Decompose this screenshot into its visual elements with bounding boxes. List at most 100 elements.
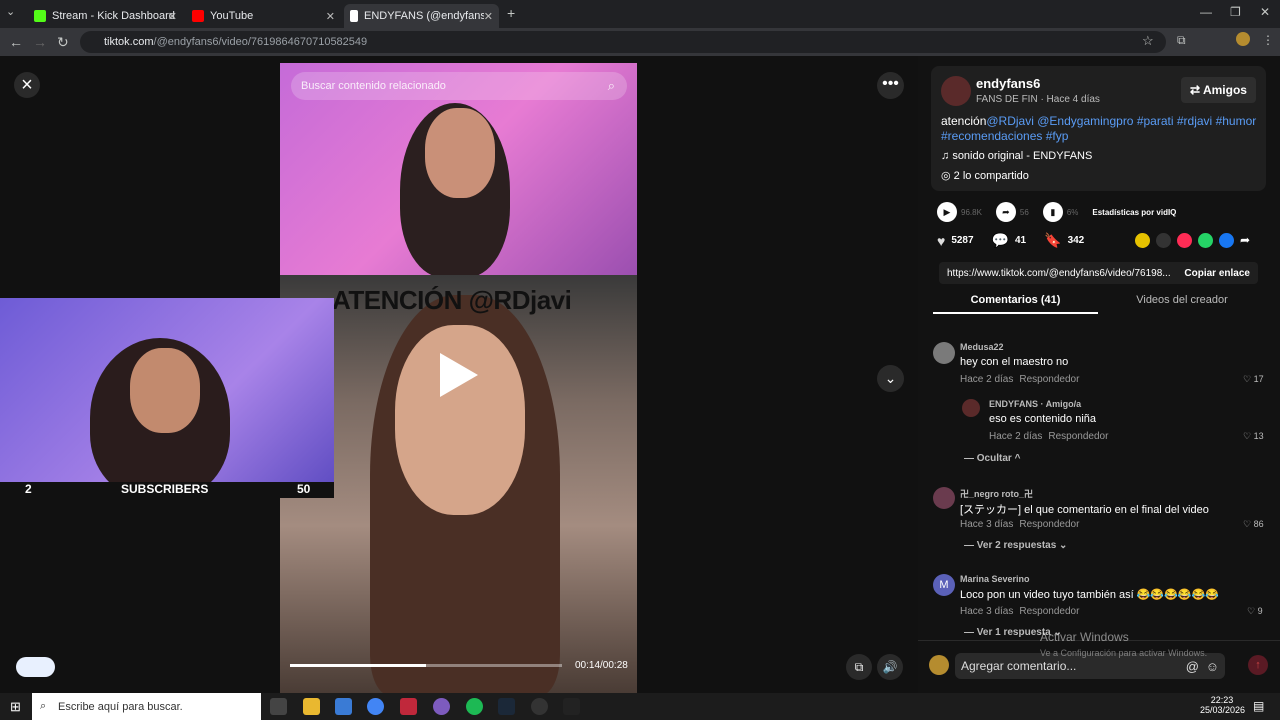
comment-like[interactable]: ♡ 86 xyxy=(1243,519,1264,530)
windows-taskbar: ⊞ ⌕ Escribe aquí para buscar. 22:23 25/0… xyxy=(0,693,1280,720)
caption-tag[interactable]: @RDjavi xyxy=(986,114,1034,128)
back-icon[interactable]: ← xyxy=(9,34,23,50)
reply-button[interactable]: Respondedor xyxy=(1048,431,1108,442)
share-arrow-icon[interactable]: ➦ xyxy=(1240,233,1250,248)
whatsapp-icon[interactable] xyxy=(1198,233,1213,248)
comment-meta: Hace 3 días Respondedor xyxy=(960,519,1079,530)
tab-comments[interactable]: Comentarios (41) xyxy=(933,294,1098,314)
app-icon[interactable] xyxy=(563,698,580,715)
search-icon[interactable]: ⌕ xyxy=(608,78,615,94)
spotify-icon[interactable] xyxy=(466,698,483,715)
close-icon[interactable]: ✕ xyxy=(484,10,493,23)
picture-in-picture-button[interactable]: ⧉ xyxy=(846,654,872,680)
forward-icon[interactable]: → xyxy=(33,34,47,50)
obs-icon[interactable] xyxy=(531,698,548,715)
volume-button[interactable]: 🔊 xyxy=(877,654,903,680)
shared-by[interactable]: ◎ 2 lo compartido xyxy=(941,169,1029,182)
send-icon[interactable] xyxy=(1177,233,1192,248)
repost-icon[interactable] xyxy=(1135,233,1150,248)
reply-button[interactable]: Respondedor xyxy=(1019,374,1079,385)
reload-icon[interactable]: ↻ xyxy=(57,34,69,51)
commenter-avatar[interactable] xyxy=(962,399,980,417)
store-icon[interactable] xyxy=(335,698,352,715)
clock-time: 22:23 xyxy=(1210,695,1234,705)
commenter-name[interactable]: ENDYFANS · Amigo/a xyxy=(989,399,1081,409)
restore-icon[interactable]: ❐ xyxy=(1230,5,1241,19)
play-icon[interactable] xyxy=(440,353,478,397)
menu-icon[interactable]: ⋮ xyxy=(1262,33,1274,47)
view-replies-toggle[interactable]: — Ver 2 respuestas ⌄ xyxy=(964,540,1067,551)
reply-button[interactable]: Respondedor xyxy=(1019,606,1079,617)
profile-avatar[interactable] xyxy=(1236,32,1250,46)
address-bar: ← → ↻ tiktok.com/@endyfans6/video/761986… xyxy=(0,28,1280,56)
caption-tag[interactable]: #rdjavi xyxy=(1177,114,1212,128)
browser-tab-bar: ⌄ Stream - Kick Dashboard ✕ YouTube ✕ EN… xyxy=(0,0,1280,28)
tab-kick[interactable]: Stream - Kick Dashboard ✕ xyxy=(28,4,183,28)
caption-tag[interactable]: #humor xyxy=(1216,114,1257,128)
url-field[interactable]: tiktok.com/@endyfans6/video/761986467071… xyxy=(80,31,1166,53)
close-icon[interactable]: ✕ xyxy=(168,10,177,23)
kick-icon xyxy=(34,10,46,22)
commenter-name[interactable]: 卍_negro roto_卍 xyxy=(960,487,1033,500)
embed-icon[interactable] xyxy=(1156,233,1171,248)
progress-bar[interactable] xyxy=(290,664,562,667)
app-icon[interactable] xyxy=(433,698,450,715)
chrome-icon[interactable] xyxy=(367,698,384,715)
tab-tiktok[interactable]: ENDYFANS (@endyfans6) | TikT ✕ xyxy=(344,4,499,28)
minimize-icon[interactable]: — xyxy=(1200,5,1212,19)
close-icon[interactable]: ✕ xyxy=(326,10,335,23)
author-avatar[interactable] xyxy=(941,76,971,106)
caption-tag[interactable]: #parati xyxy=(1137,114,1174,128)
commenter-avatar[interactable] xyxy=(933,487,955,509)
new-tab-icon[interactable]: + xyxy=(507,5,515,21)
close-video-button[interactable]: × xyxy=(14,72,40,98)
clock[interactable]: 22:23 25/03/2026 xyxy=(1200,695,1245,715)
facebook-icon[interactable] xyxy=(1219,233,1234,248)
friends-button[interactable]: ⇄ Amigos xyxy=(1181,77,1256,103)
emoji-icon[interactable]: ☺ xyxy=(1206,659,1219,674)
send-comment-button[interactable]: ↑ xyxy=(1248,655,1268,675)
commenter-name[interactable]: Marina Severino xyxy=(960,574,1030,584)
shared-avatars-icon: ◎ xyxy=(941,170,954,182)
sound-label: sonido original - ENDYFANS xyxy=(952,150,1093,162)
tab-youtube[interactable]: YouTube ✕ xyxy=(186,4,341,28)
commenter-avatar[interactable] xyxy=(933,342,955,364)
tab-search-icon[interactable]: ⌄ xyxy=(6,5,15,18)
save-button[interactable]: 🔖 342 xyxy=(1044,232,1084,249)
task-view-icon[interactable] xyxy=(270,698,287,715)
caption-tag[interactable]: @Endygamingpro xyxy=(1037,114,1133,128)
sound-link[interactable]: ♫ sonido original - ENDYFANS xyxy=(941,150,1092,162)
close-window-icon[interactable]: ✕ xyxy=(1260,5,1270,19)
taskbar-search[interactable]: ⌕ Escribe aquí para buscar. xyxy=(32,693,261,720)
app-icon[interactable] xyxy=(400,698,417,715)
reply-button[interactable]: Respondedor xyxy=(1019,519,1079,530)
extension-bubble[interactable] xyxy=(16,657,55,677)
hide-replies-label: Ocultar ^ xyxy=(976,453,1021,464)
hide-replies-toggle[interactable]: — Ocultar ^ xyxy=(964,453,1020,464)
related-search-input[interactable]: Buscar contenido relacionado ⌕ xyxy=(291,72,627,100)
comment-like[interactable]: ♡ 13 xyxy=(1243,431,1264,442)
bookmark-star-icon[interactable]: ☆ xyxy=(1142,33,1154,49)
share-link-url[interactable]: https://www.tiktok.com/@endyfans6/video/… xyxy=(947,268,1171,279)
mention-icon[interactable]: @ xyxy=(1186,659,1199,674)
more-options-button[interactable]: ••• xyxy=(877,72,904,99)
file-explorer-icon[interactable] xyxy=(303,698,320,715)
comment-like[interactable]: ♡ 9 xyxy=(1247,606,1263,617)
caption-tag[interactable]: #fyp xyxy=(1046,129,1069,143)
comment-like[interactable]: ♡ 17 xyxy=(1243,374,1264,385)
caption-tag[interactable]: #recomendaciones xyxy=(941,129,1042,143)
comment-button[interactable]: 💬 41 xyxy=(992,232,1027,249)
notifications-icon[interactable]: ▤ xyxy=(1253,699,1264,713)
commenter-name[interactable]: Medusa22 xyxy=(960,342,1004,352)
next-video-button[interactable]: ⌄ xyxy=(877,365,904,392)
steam-icon[interactable] xyxy=(498,698,515,715)
windows-start-icon[interactable]: ⊞ xyxy=(10,699,21,715)
comment-meta: Hace 2 días Respondedor xyxy=(989,431,1108,442)
tab-creator-videos[interactable]: Videos del creador xyxy=(1098,294,1266,306)
commenter-avatar[interactable]: M xyxy=(933,574,955,596)
bookmark-icon: 🔖 xyxy=(1044,232,1062,248)
like-button[interactable]: ♥ 5287 xyxy=(937,233,974,249)
extensions-icon[interactable]: ⧉ xyxy=(1177,33,1186,48)
copy-link-button[interactable]: Copiar enlace xyxy=(1184,268,1250,279)
author-name[interactable]: endyfans6 xyxy=(976,76,1040,91)
